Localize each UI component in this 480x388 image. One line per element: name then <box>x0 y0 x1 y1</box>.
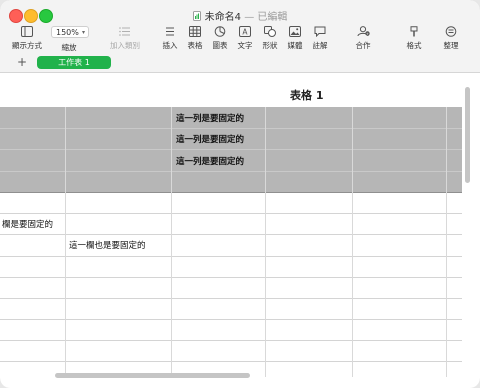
insert-label: 插入 <box>162 41 178 50</box>
zoom-value: 150% <box>56 28 79 37</box>
format-label: 格式 <box>406 41 422 50</box>
document-title: 未命名4 — 已編輯 <box>0 8 480 23</box>
table-cell[interactable]: 這一欄也是要固定的 <box>69 239 146 251</box>
row-divider <box>0 213 462 214</box>
column-divider <box>65 107 66 377</box>
column-divider <box>171 107 172 377</box>
view-button[interactable]: 顯示方式 <box>10 26 44 51</box>
frozen-row-cell[interactable]: 這一列是要固定的 <box>176 133 244 145</box>
column-divider <box>265 107 266 377</box>
comment-icon <box>314 26 326 37</box>
sheet-canvas[interactable]: 表格 1 這一列是要固定的 這一列是要固定的 這一列是要固定的 欄是要固定的 這… <box>0 73 480 388</box>
column-divider <box>446 107 447 377</box>
chart-icon <box>214 26 226 37</box>
media-button[interactable]: 媒體 <box>285 26 305 51</box>
frozen-row-cell[interactable]: 這一列是要固定的 <box>176 155 244 167</box>
text-button[interactable]: A 文字 <box>235 26 255 51</box>
row-divider <box>0 361 462 362</box>
format-button[interactable]: 格式 <box>404 26 424 51</box>
row-divider <box>0 298 462 299</box>
sidebar-icon <box>21 26 33 37</box>
chart-label: 圖表 <box>212 41 228 50</box>
svg-text:+: + <box>366 32 369 36</box>
organize-button[interactable]: 整理 <box>440 26 462 51</box>
zoom-select[interactable]: 150% ▾ <box>51 26 89 38</box>
row-divider <box>0 340 462 341</box>
row-divider <box>0 234 462 235</box>
organize-icon <box>445 26 457 37</box>
view-label: 顯示方式 <box>12 41 42 50</box>
frozen-column-cell[interactable]: 欄是要固定的 <box>2 218 53 230</box>
collaborate-button[interactable]: + 合作 <box>352 26 374 51</box>
insert-icon <box>166 27 174 36</box>
add-category-button[interactable]: 加入類別 <box>106 26 144 51</box>
chart-button[interactable]: 圖表 <box>210 26 230 51</box>
media-label: 媒體 <box>287 41 303 50</box>
column-divider <box>352 107 353 377</box>
row-divider <box>0 319 462 320</box>
sheet-tab-active[interactable]: 工作表 1 <box>37 56 111 69</box>
sheet-bar: + 工作表 1 <box>0 54 480 73</box>
title-separator: — <box>244 12 255 23</box>
text-box-icon: A <box>239 26 251 37</box>
comment-label: 註解 <box>312 41 328 50</box>
table-label: 表格 <box>187 41 203 50</box>
organize-label: 整理 <box>443 41 459 50</box>
document-icon <box>192 11 201 21</box>
row-divider <box>0 171 462 172</box>
frozen-row-cell[interactable]: 這一列是要固定的 <box>176 112 244 124</box>
table-title[interactable]: 表格 1 <box>290 87 323 103</box>
shape-label: 形狀 <box>262 41 278 50</box>
text-label: 文字 <box>237 41 253 50</box>
vertical-scrollbar[interactable] <box>465 87 470 183</box>
comment-button[interactable]: 註解 <box>310 26 330 51</box>
insert-button[interactable]: 插入 <box>160 26 180 51</box>
zoom-label-wrap: 縮放 <box>56 42 82 53</box>
collaborate-icon: + <box>357 26 370 37</box>
table-grid[interactable]: 這一列是要固定的 這一列是要固定的 這一列是要固定的 欄是要固定的 這一欄也是要… <box>0 107 462 377</box>
edit-status: 已編輯 <box>257 12 288 23</box>
shape-button[interactable]: 形狀 <box>260 26 280 51</box>
row-divider <box>0 149 462 150</box>
document-name: 未命名4 <box>204 12 241 23</box>
horizontal-scrollbar[interactable] <box>55 373 250 378</box>
row-divider <box>0 128 462 129</box>
frozen-row-divider <box>0 192 462 193</box>
add-category-label: 加入類別 <box>110 41 140 50</box>
table-button[interactable]: 表格 <box>185 26 205 51</box>
image-icon <box>289 26 301 37</box>
list-icon <box>119 27 130 36</box>
svg-text:A: A <box>242 28 248 37</box>
chevron-down-icon: ▾ <box>81 29 85 36</box>
toolbar: 未命名4 — 已編輯 顯示方式 150% ▾ 縮放 加入類別 插入 表格 圖表 … <box>0 0 480 55</box>
numbers-window: 未命名4 — 已編輯 顯示方式 150% ▾ 縮放 加入類別 插入 表格 圖表 … <box>0 0 480 388</box>
row-divider <box>0 256 462 257</box>
table-icon <box>189 26 201 37</box>
zoom-label: 縮放 <box>61 43 77 52</box>
shape-icon <box>264 26 276 37</box>
row-divider <box>0 277 462 278</box>
add-sheet-button[interactable]: + <box>17 55 27 69</box>
sheet-tab-label: 工作表 1 <box>58 58 90 67</box>
collaborate-label: 合作 <box>355 41 371 50</box>
paintbrush-icon <box>410 26 418 37</box>
